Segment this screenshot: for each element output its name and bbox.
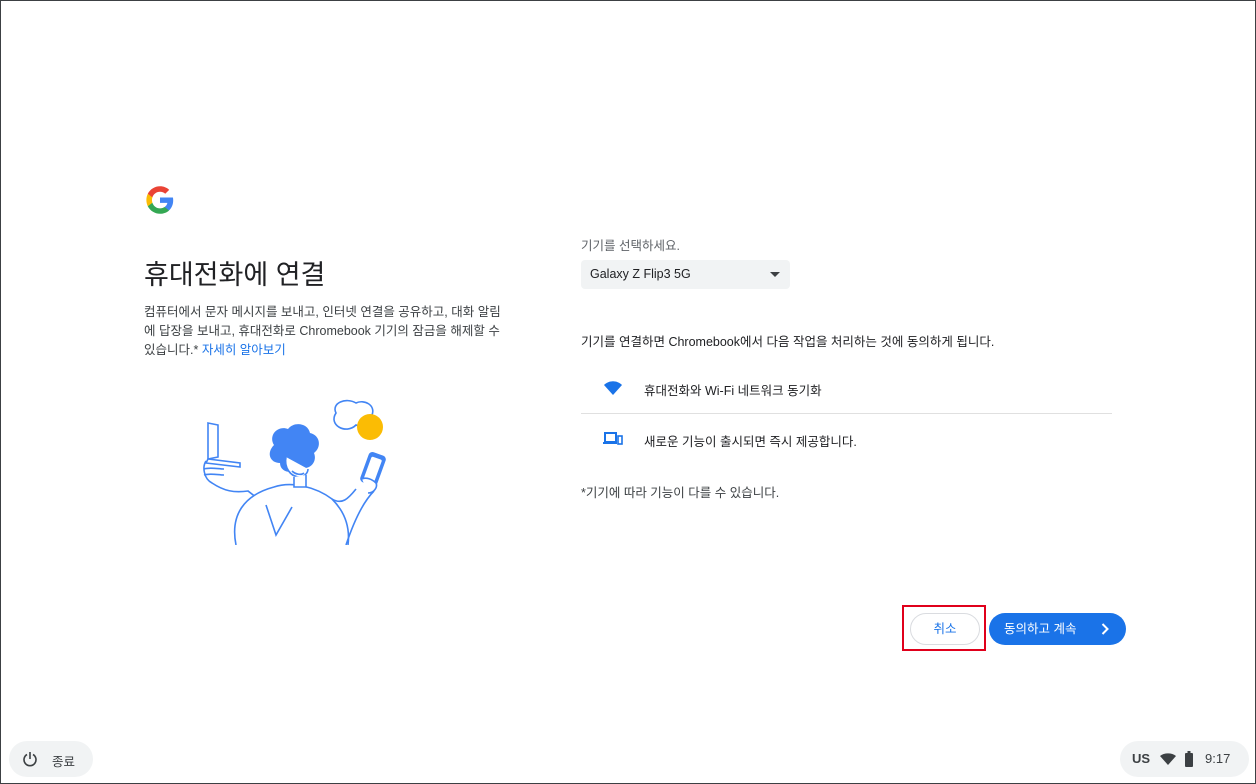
battery-icon [1185,751,1193,767]
power-icon [23,752,37,767]
continue-label: 동의하고 계속 [1004,622,1077,636]
learn-more-link[interactable]: 자세히 알아보기 [202,343,286,357]
device-select-dropdown[interactable]: Galaxy Z Flip3 5G [581,260,790,289]
chevron-right-icon [1101,623,1109,635]
feature-item-new-features: 새로운 기능이 출시되면 즉시 제공합니다. [581,414,1112,464]
google-logo-icon [146,186,174,214]
system-tray[interactable]: US 9:17 [1120,741,1249,777]
input-method-indicator: US [1132,751,1151,766]
wifi-status-icon [1160,753,1176,765]
page-description: 컴퓨터에서 문자 메시지를 보내고, 인터넷 연결을 공유하고, 대화 알림에 … [144,303,504,360]
device-select-value: Galaxy Z Flip3 5G [590,267,691,281]
feature-label: 새로운 기능이 출시되면 즉시 제공합니다. [644,435,857,449]
cancel-button[interactable]: 취소 [910,613,980,645]
agree-continue-button[interactable]: 동의하고 계속 [989,613,1126,645]
feature-label: 휴대전화와 Wi-Fi 네트워크 동기화 [644,384,822,398]
wifi-icon [604,381,622,395]
dropdown-arrow-icon [770,272,780,277]
shutdown-label: 종료 [52,755,76,769]
feature-item-wifi-sync: 휴대전화와 Wi-Fi 네트워크 동기화 [581,363,1112,414]
shutdown-button[interactable]: 종료 [9,741,93,777]
devices-icon [603,432,623,445]
page-title: 휴대전화에 연결 [144,260,326,290]
consent-text: 기기를 연결하면 Chromebook에서 다음 작업을 처리하는 것에 동의하… [581,335,995,349]
phone-hub-illustration [203,399,386,545]
clock: 9:17 [1205,751,1231,766]
device-select-label: 기기를 선택하세요. [581,239,680,253]
footnote: *기기에 따라 기능이 다를 수 있습니다. [581,486,780,500]
description-text: 컴퓨터에서 문자 메시지를 보내고, 인터넷 연결을 공유하고, 대화 알림에 … [144,305,501,357]
